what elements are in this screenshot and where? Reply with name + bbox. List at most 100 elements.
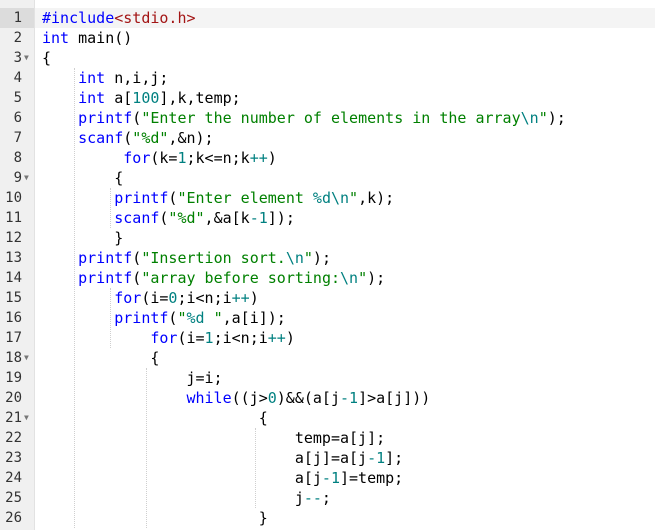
code-token-keyword: int <box>78 89 106 107</box>
code-line[interactable]: 25 j--; <box>0 488 655 508</box>
code-token-keyword: while <box>186 389 232 407</box>
code-line[interactable]: 22 temp=a[j]; <box>0 428 655 448</box>
code-line[interactable]: 11 scanf("%d",&a[k-1]); <box>0 208 655 228</box>
code-token-operator: ++ <box>249 149 268 167</box>
code-line[interactable]: 17 for(i=1;i<n;i++) <box>0 328 655 348</box>
code-line-content[interactable]: printf("Enter element %d\n",k); <box>114 188 394 208</box>
code-token-escape: \n <box>340 269 359 287</box>
code-token-text: ]; <box>385 449 404 467</box>
code-line[interactable]: 16 printf("%d ",a[i]); <box>0 308 655 328</box>
line-number: 16 <box>5 310 22 326</box>
code-line-content[interactable]: a[j-1]=temp; <box>295 468 403 488</box>
line-number: 11 <box>5 210 22 226</box>
code-line-content[interactable]: j--; <box>295 488 331 508</box>
code-line[interactable]: 1 #include<stdio.h> <box>0 8 655 28</box>
code-line-content[interactable]: while((j>0)&&(a[j-1]>a[j])) <box>186 388 430 408</box>
code-token-text: ((j> <box>231 389 268 407</box>
code-line[interactable]: 5 int a[100],k,temp; <box>0 88 655 108</box>
code-line-content[interactable]: for(i=0;i<n;i++) <box>114 288 259 308</box>
code-line-content[interactable]: for(i=1;i<n;i++) <box>150 328 295 348</box>
code-line-content[interactable]: for(k=1;k<=n;k++) <box>123 148 277 168</box>
code-line[interactable]: 12} <box>0 228 655 248</box>
code-token-number: 0 <box>267 389 277 407</box>
code-line-content[interactable]: scanf("%d",&a[k-1]); <box>114 208 295 228</box>
code-line-content[interactable]: j=i; <box>186 368 222 388</box>
code-token-text: ) <box>285 329 295 347</box>
code-line-content[interactable]: { <box>42 48 51 68</box>
fold-arrow-icon[interactable]: ▼ <box>24 48 29 68</box>
code-line[interactable]: 6 printf("Enter the number of elements in… <box>0 108 655 128</box>
line-number: 14 <box>5 270 22 286</box>
code-line[interactable]: 21 ▼ { <box>0 408 655 428</box>
code-line-content[interactable]: printf("array before sorting:\n"); <box>78 268 385 288</box>
code-line-content[interactable]: temp=a[j]; <box>295 428 385 448</box>
code-line-content[interactable]: printf("%d ",a[i]); <box>114 308 286 328</box>
line-number: 18 <box>5 350 22 366</box>
code-line-content[interactable]: } <box>114 228 123 248</box>
code-line-content[interactable]: { <box>114 168 123 188</box>
code-token-text: ( <box>132 109 142 127</box>
code-token-text: ,k); <box>358 189 395 207</box>
code-line-content[interactable]: { <box>259 408 268 428</box>
line-number: 13 <box>5 250 22 266</box>
code-line-content[interactable]: #include<stdio.h> <box>42 8 196 28</box>
code-token-string: "%d" <box>132 129 169 147</box>
code-editor[interactable]: 1 #include<stdio.h> 2 int main() 3 ▼{4 int n,i… <box>0 0 655 530</box>
code-line[interactable]: 26} <box>0 508 655 528</box>
code-line[interactable]: 8 for(k=1;k<=n;k++) <box>0 148 655 168</box>
code-line-content[interactable]: a[j]=a[j-1]; <box>295 448 403 468</box>
code-line-content[interactable]: int a[100],k,temp; <box>78 88 241 108</box>
code-line[interactable]: 24 a[j-1]=temp; <box>0 468 655 488</box>
code-line-content[interactable]: printf("Insertion sort.\n"); <box>78 248 331 268</box>
code-line[interactable]: 13 printf("Insertion sort.\n"); <box>0 248 655 268</box>
code-token-text: { <box>42 49 52 67</box>
code-token-text: { <box>150 349 160 367</box>
code-token-text: } <box>258 509 268 527</box>
code-line[interactable]: 2 int main() <box>0 28 655 48</box>
code-line[interactable]: 4 int n,i,j; <box>0 68 655 88</box>
code-line[interactable]: 18 ▼ { <box>0 348 655 368</box>
code-token-escape: \n <box>285 249 304 267</box>
line-number: 10 <box>5 190 22 206</box>
code-line-content[interactable]: int n,i,j; <box>78 68 168 88</box>
code-line[interactable]: 23 a[j]=a[j-1]; <box>0 448 655 468</box>
code-line[interactable]: 19 j=i; <box>0 368 655 388</box>
indent-guide <box>110 288 112 348</box>
fold-arrow-icon[interactable]: ▼ <box>24 408 29 428</box>
fold-arrow-icon[interactable]: ▼ <box>24 348 29 368</box>
code-token-text: ;i<n;i <box>177 289 232 307</box>
code-token-string: " <box>349 189 359 207</box>
line-number: 1 <box>13 10 22 26</box>
code-line[interactable]: 14 printf("array before sorting:\n"); <box>0 268 655 288</box>
code-token-string: " <box>358 269 368 287</box>
line-number: 24 <box>5 470 22 486</box>
code-line-content[interactable]: } <box>259 508 268 528</box>
code-line[interactable]: 7 scanf("%d",&n); <box>0 128 655 148</box>
code-line[interactable]: 15 for(i=0;i<n;i++) <box>0 288 655 308</box>
line-number: 2 <box>13 30 22 46</box>
code-token-operator: - <box>340 389 350 407</box>
code-token-text: ( <box>123 129 133 147</box>
code-line[interactable]: 9 ▼ { <box>0 168 655 188</box>
code-token-text: ); <box>547 109 566 127</box>
line-number: 22 <box>5 430 22 446</box>
code-token-text: n,i,j; <box>105 69 169 87</box>
code-line[interactable]: 3 ▼ { <box>0 48 655 68</box>
code-token-text: { <box>114 169 124 187</box>
code-token-text: ); <box>312 249 331 267</box>
code-line-content[interactable]: printf("Enter the number of elements in … <box>78 108 566 128</box>
code-line[interactable]: 20 while((j>0)&&(a[j-1]>a[j])) <box>0 388 655 408</box>
code-token-operator: -- <box>303 489 322 507</box>
code-token-function: scanf <box>114 209 160 227</box>
code-line-content[interactable]: int main() <box>42 28 132 48</box>
line-number: 4 <box>13 70 22 86</box>
code-token-text: ]=temp; <box>339 469 404 487</box>
indent-guide <box>146 368 148 528</box>
fold-arrow-icon[interactable]: ▼ <box>24 168 29 188</box>
code-token-text: ) <box>267 149 277 167</box>
code-token-text: { <box>258 409 268 427</box>
code-line-content[interactable]: scanf("%d",&n); <box>78 128 213 148</box>
line-number: 12 <box>5 230 22 246</box>
code-line[interactable]: 10 printf("Enter element %d\n",k); <box>0 188 655 208</box>
code-line-content[interactable]: { <box>150 348 159 368</box>
